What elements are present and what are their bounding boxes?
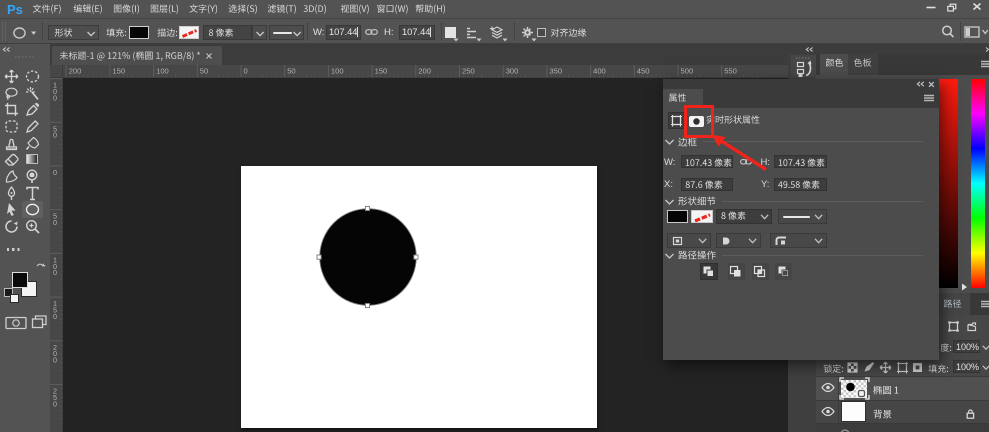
svg-text:50: 50	[287, 67, 295, 76]
svg-text:50: 50	[200, 67, 208, 76]
svg-text:0: 0	[53, 168, 57, 177]
svg-text:500: 500	[681, 67, 694, 76]
svg-text:0: 0	[53, 312, 57, 321]
svg-text:0: 0	[53, 356, 57, 365]
svg-text:150: 150	[375, 67, 388, 76]
svg-text:0: 0	[244, 67, 248, 76]
svg-text:0: 0	[53, 131, 57, 140]
svg-text:250: 250	[462, 67, 475, 76]
svg-text:550: 550	[724, 67, 737, 76]
svg-text:150: 150	[112, 67, 125, 76]
svg-text:350: 350	[549, 67, 562, 76]
svg-text:0: 0	[53, 399, 57, 408]
svg-text:100: 100	[331, 67, 344, 76]
svg-text:450: 450	[637, 67, 650, 76]
svg-text:0: 0	[53, 218, 57, 227]
svg-text:200: 200	[418, 67, 431, 76]
svg-text:0: 0	[53, 93, 57, 102]
svg-text:0: 0	[53, 268, 57, 277]
svg-text:300: 300	[506, 67, 519, 76]
svg-text:100: 100	[156, 67, 169, 76]
svg-text:200: 200	[69, 67, 82, 76]
svg-text:400: 400	[593, 67, 606, 76]
